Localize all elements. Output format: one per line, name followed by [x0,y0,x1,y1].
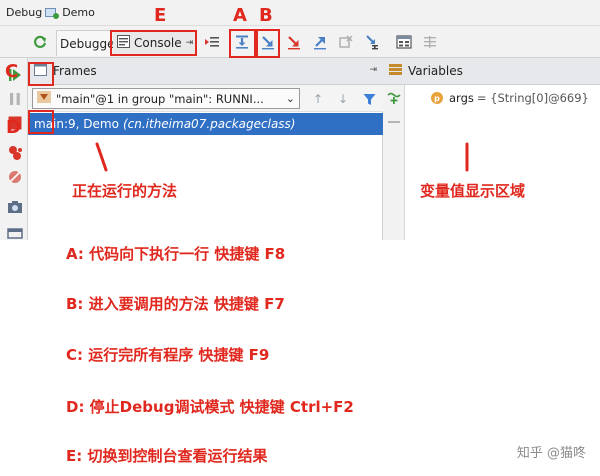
legend-resume: C: 运行完所有程序 快捷键 F9 [66,346,270,364]
legend-step-over: A: 代码向下执行一行 快捷键 F8 [66,245,286,263]
watermark: 知乎 @猫咚 [516,446,586,461]
legend-step-into: B: 进入要调用的方法 快捷键 F7 [66,295,285,313]
annotation-variables-area: 变量值显示区域 [420,182,526,200]
annotation-running-method: 正在运行的方法 [72,182,178,200]
pointer-strokes [95,142,469,172]
legend-stop: D: 停止Debug调试模式 快捷键 Ctrl+F2 [66,398,354,416]
legend-console: E: 切换到控制台查看运行结果 [66,447,268,465]
